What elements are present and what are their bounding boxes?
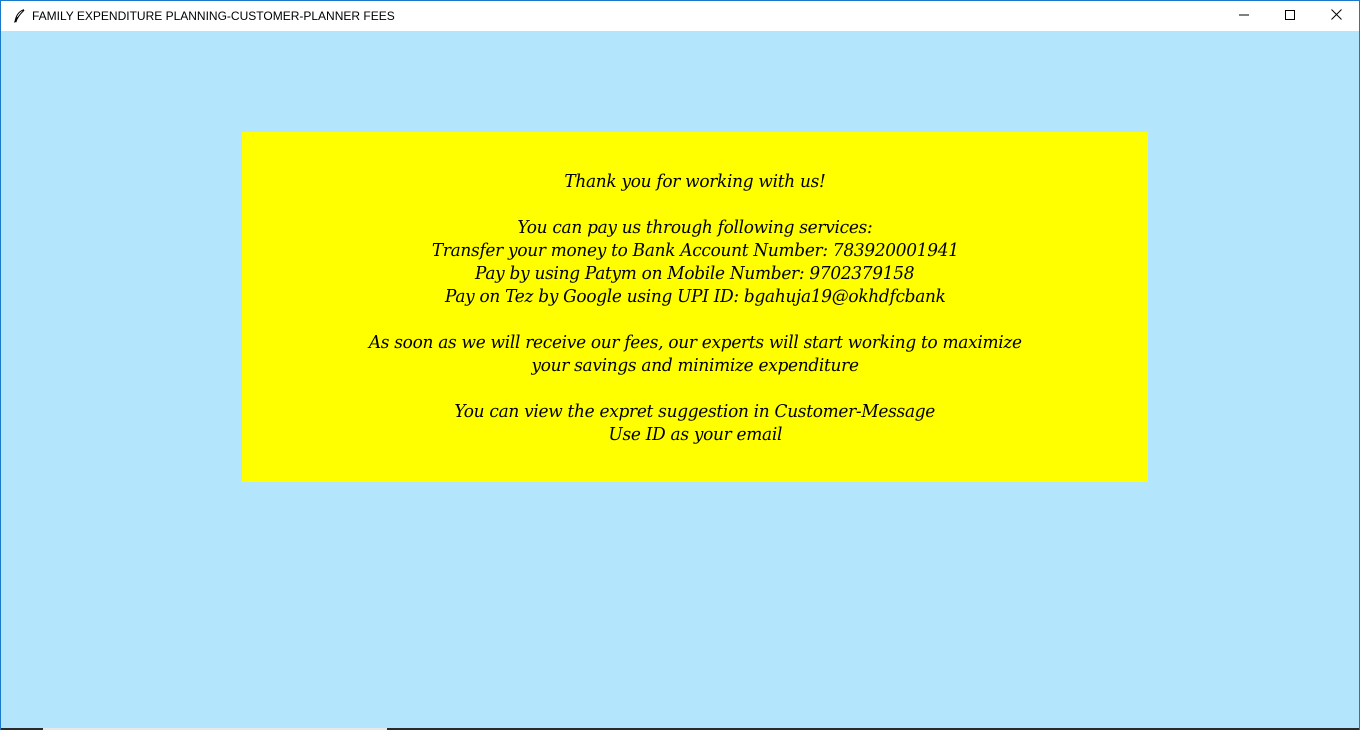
minimize-icon — [1239, 7, 1249, 25]
thanks-text: Thank you for working with us! — [564, 171, 826, 192]
experts-text-line2: your savings and minimize expenditure — [531, 355, 859, 376]
minimize-button[interactable] — [1221, 1, 1267, 31]
close-icon — [1330, 7, 1342, 25]
paytm-text: Pay by using Patym on Mobile Number: 970… — [475, 263, 915, 284]
maximize-button[interactable] — [1267, 1, 1313, 31]
maximize-icon — [1285, 7, 1295, 25]
close-button[interactable] — [1313, 1, 1359, 31]
app-window: FAMILY EXPENDITURE PLANNING-CUSTOMER-PLA… — [0, 0, 1360, 730]
use-id-text: Use ID as your email — [608, 424, 782, 445]
view-suggestion-text: You can view the expret suggestion in Cu… — [454, 401, 936, 422]
experts-text-line1: As soon as we will receive our fees, our… — [368, 332, 1022, 353]
bank-transfer-text: Transfer your money to Bank Account Numb… — [431, 240, 959, 261]
services-intro-text: You can pay us through following service… — [517, 217, 873, 238]
window-controls — [1221, 1, 1359, 31]
title-bar[interactable]: FAMILY EXPENDITURE PLANNING-CUSTOMER-PLA… — [1, 1, 1359, 31]
feather-icon — [11, 8, 27, 24]
tez-upi-text: Pay on Tez by Google using UPI ID: bgahu… — [444, 286, 946, 307]
window-content: Thank you for working with us! You can p… — [1, 31, 1359, 730]
window-title: FAMILY EXPENDITURE PLANNING-CUSTOMER-PLA… — [32, 9, 395, 23]
fees-message-box: Thank you for working with us! You can p… — [242, 132, 1148, 482]
